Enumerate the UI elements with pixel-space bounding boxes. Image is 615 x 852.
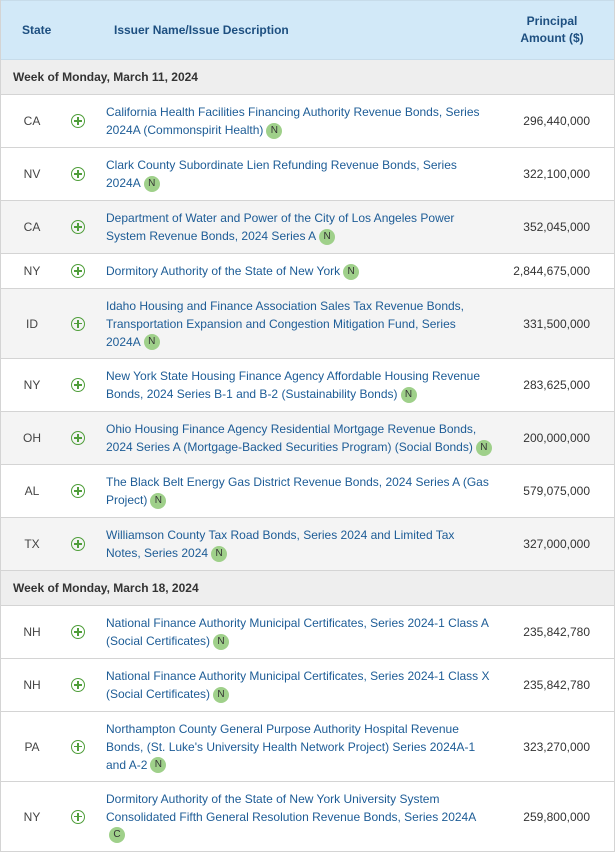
issue-link[interactable]: National Finance Authority Municipal Cer… <box>106 669 490 701</box>
issue-link[interactable]: California Health Facilities Financing A… <box>106 105 480 137</box>
state-code: NV <box>23 167 41 181</box>
state-code: NY <box>23 809 41 824</box>
status-badge: N <box>213 633 230 650</box>
expand-plus-icon[interactable] <box>71 378 85 392</box>
state-code: CA <box>23 114 41 128</box>
expand-plus-icon[interactable] <box>71 739 85 754</box>
state-code: ID <box>26 316 38 331</box>
principal-amount: 259,800,000 <box>523 809 590 824</box>
principal-amount: 352,045,000 <box>523 220 590 234</box>
state-code: NY <box>23 264 41 278</box>
table-row: NY New York State Housing Finance Agency… <box>1 359 614 412</box>
principal-amount: 283,625,000 <box>523 378 590 392</box>
issue-link[interactable]: Williamson County Tax Road Bonds, Series… <box>106 528 454 560</box>
expand-plus-icon[interactable] <box>71 809 85 824</box>
table-row: CA Department of Water and Power of the … <box>1 201 614 254</box>
state-code: NH <box>23 678 41 692</box>
status-badge: N <box>400 386 417 403</box>
issue-link[interactable]: Dormitory Authority of the State of New … <box>106 264 340 278</box>
status-badge: N <box>343 263 360 280</box>
status-badge: N <box>319 228 336 245</box>
principal-amount: 323,270,000 <box>523 739 590 754</box>
expand-plus-icon[interactable] <box>71 625 85 639</box>
principal-amount: 2,844,675,000 <box>513 264 590 278</box>
principal-amount: 200,000,000 <box>523 431 590 445</box>
expand-plus-icon[interactable] <box>71 537 85 551</box>
table-row: TX Williamson County Tax Road Bonds, Ser… <box>1 518 614 571</box>
status-badge: N <box>143 334 160 351</box>
header-amount-line1: Principal <box>526 14 578 28</box>
status-badge: N <box>150 492 167 509</box>
status-badge: N <box>475 439 492 456</box>
principal-amount: 235,842,780 <box>523 678 590 692</box>
bond-issues-table: State Issuer Name/Issue Description Prin… <box>0 0 615 852</box>
issue-link[interactable]: Ohio Housing Finance Agency Residential … <box>106 422 476 454</box>
principal-amount: 327,000,000 <box>523 537 590 551</box>
state-code: CA <box>23 220 41 234</box>
state-code: NH <box>23 625 41 639</box>
principal-amount: 296,440,000 <box>523 114 590 128</box>
header-issuer: Issuer Name/Issue Description <box>114 23 289 37</box>
table-row: NY Dormitory Authority of the State of N… <box>1 254 614 289</box>
table-row: ID Idaho Housing and Finance Association… <box>1 289 614 359</box>
status-badge: N <box>150 757 167 774</box>
principal-amount: 235,842,780 <box>523 625 590 639</box>
week-heading: Week of Monday, March 11, 2024 <box>1 60 614 95</box>
state-code: PA <box>24 739 40 754</box>
expand-plus-icon[interactable] <box>71 431 85 445</box>
expand-plus-icon[interactable] <box>71 484 85 498</box>
principal-amount: 322,100,000 <box>523 167 590 181</box>
issue-link[interactable]: Dormitory Authority of the State of New … <box>106 792 476 824</box>
header-state: State <box>22 23 52 37</box>
state-code: NY <box>23 378 41 392</box>
issue-link[interactable]: National Finance Authority Municipal Cer… <box>106 616 488 648</box>
table-row: AL The Black Belt Energy Gas District Re… <box>1 465 614 518</box>
table-row: NH National Finance Authority Municipal … <box>1 659 614 712</box>
expand-plus-icon[interactable] <box>71 167 85 181</box>
table-row: NV Clark County Subordinate Lien Refundi… <box>1 148 614 201</box>
expand-plus-icon[interactable] <box>71 114 85 128</box>
table-row: PA Northampton County General Purpose Au… <box>1 712 614 782</box>
state-code: OH <box>23 431 41 445</box>
table-header: State Issuer Name/Issue Description Prin… <box>1 0 614 60</box>
table-row: OH Ohio Housing Finance Agency Residenti… <box>1 412 614 465</box>
state-code: AL <box>24 484 40 498</box>
status-badge: N <box>211 545 228 562</box>
state-code: TX <box>24 537 40 551</box>
status-badge: N <box>266 122 283 139</box>
header-amount: Principal Amount ($) <box>504 13 614 47</box>
issue-link[interactable]: Department of Water and Power of the Cit… <box>106 211 454 243</box>
status-badge: N <box>143 175 160 192</box>
week-heading: Week of Monday, March 18, 2024 <box>1 571 614 606</box>
expand-plus-icon[interactable] <box>71 264 85 278</box>
header-amount-line2: Amount ($) <box>520 31 584 45</box>
issue-link[interactable]: New York State Housing Finance Agency Af… <box>106 369 480 401</box>
expand-plus-icon[interactable] <box>71 316 85 331</box>
principal-amount: 331,500,000 <box>523 316 590 331</box>
expand-plus-icon[interactable] <box>71 220 85 234</box>
table-row: CA California Health Facilities Financin… <box>1 95 614 148</box>
table-row: NY Dormitory Authority of the State of N… <box>1 782 614 852</box>
table-row: NH National Finance Authority Municipal … <box>1 606 614 659</box>
status-badge: N <box>213 686 230 703</box>
expand-plus-icon[interactable] <box>71 678 85 692</box>
principal-amount: 579,075,000 <box>523 484 590 498</box>
status-badge: C <box>109 827 125 844</box>
